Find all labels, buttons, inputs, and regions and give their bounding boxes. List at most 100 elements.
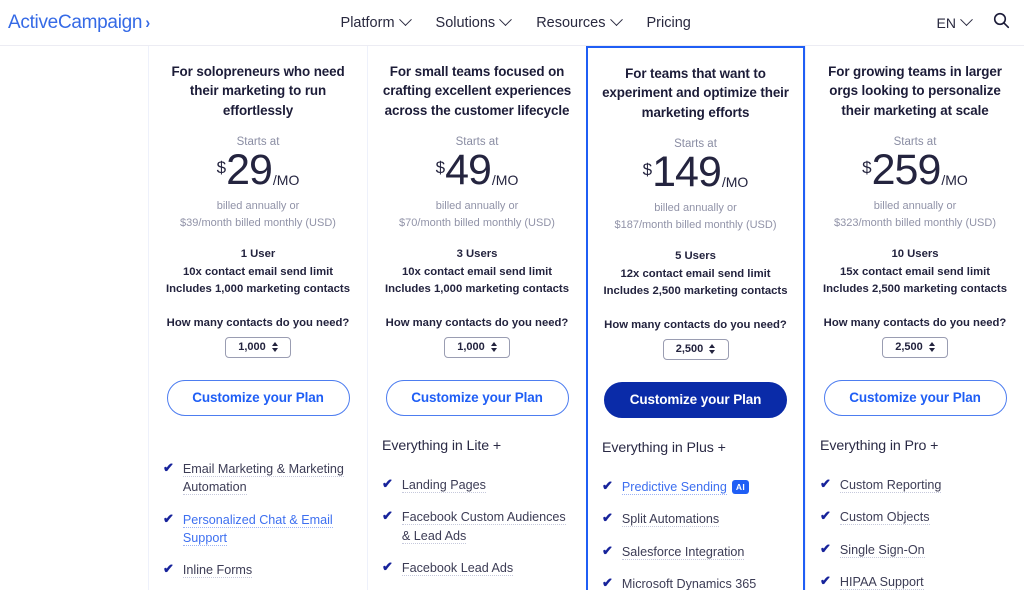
contacts-question: How many contacts do you need? [166, 316, 350, 329]
feature-label: Salesforce Integration [621, 544, 745, 560]
check-icon: ✔ [163, 510, 174, 526]
feature-item: ✔ Microsoft Dynamics 365 Integration [602, 575, 789, 590]
customize-plan-button[interactable]: Customize your Plan [604, 381, 787, 418]
pricing-grid: For solopreneurs who need their marketin… [0, 46, 1024, 590]
grid-left-gutter [0, 46, 148, 590]
language-label: EN [936, 14, 956, 31]
feature-item: ✔ Inline Forms [163, 561, 353, 579]
feature-label: Custom Reporting [839, 477, 942, 493]
billing-note-line2: $70/month billed monthly (USD) [399, 217, 555, 230]
spec-contacts-included: Includes 1,000 marketing contacts [166, 283, 350, 296]
contacts-stepper-wrap: 2,500 [602, 338, 789, 360]
contacts-stepper[interactable]: 1,000 [225, 336, 291, 358]
nav-item-pricing[interactable]: Pricing [647, 15, 691, 31]
contacts-stepper[interactable]: 2,500 [882, 336, 948, 358]
customize-plan-button[interactable]: Customize your Plan [166, 379, 350, 416]
feature-label: Inline Forms [182, 563, 253, 579]
price-period: /MO [272, 172, 300, 189]
features-spacer [163, 416, 353, 438]
feature-item[interactable]: ✔ Predictive Sending AI [602, 478, 789, 496]
contacts-stepper-wrap: 1,000 [382, 336, 572, 358]
billing-note-line1: billed annually or [654, 202, 737, 215]
price-amount: 149 [652, 148, 722, 197]
contacts-stepper[interactable]: 1,000 [444, 336, 510, 358]
currency-symbol: $ [435, 158, 446, 178]
feature-item: ✔ Salesforce Integration [602, 543, 789, 561]
features-list: ✔ Custom Reporting ✔ Custom Objects ✔ Single … [820, 476, 1010, 590]
stepper-arrows-icon[interactable] [709, 344, 716, 355]
billing-note: billed annually or $39/month billed month… [163, 198, 353, 232]
price-row: $149/MO [602, 151, 789, 194]
customize-plan-button[interactable]: Customize your Plan [823, 379, 1007, 416]
check-icon: ✔ [820, 508, 831, 524]
pricing-card-2: For teams that want to experiment and op… [586, 46, 805, 590]
check-icon: ✔ [820, 475, 831, 491]
contacts-stepper-value: 1,000 [457, 341, 485, 354]
search-icon[interactable] [993, 12, 1010, 34]
feature-label: Landing Pages [401, 477, 486, 493]
stepper-arrows-icon[interactable] [928, 342, 935, 353]
spec-send-limit: 10x contact email send limit [182, 265, 334, 278]
check-icon: ✔ [163, 561, 174, 577]
spec-users: 10 Users [891, 248, 939, 261]
nav-item-resources[interactable]: Resources [536, 13, 623, 31]
spec-send-limit: 12x contact email send limit [620, 267, 771, 280]
contacts-stepper[interactable]: 2,500 [662, 338, 729, 360]
price-period: /MO [491, 172, 519, 189]
language-selector[interactable]: EN [936, 13, 973, 31]
contacts-stepper-wrap: 2,500 [820, 336, 1010, 358]
contacts-question: How many contacts do you need? [604, 318, 787, 331]
feature-item: ✔ Custom Reporting [820, 476, 1010, 494]
chevron-down-icon [609, 13, 623, 27]
feature-label: Facebook Custom Audiences & Lead Ads [401, 510, 566, 544]
pricing-card-3: For growing teams in larger orgs looking… [805, 46, 1024, 590]
spec-contacts-included: Includes 1,000 marketing contacts [385, 283, 569, 296]
spec-send-limit: 15x contact email send limit [839, 265, 991, 278]
billing-note-line2: $39/month billed monthly (USD) [180, 217, 336, 230]
spec-users: 5 Users [675, 250, 716, 263]
features-list: ✔ Predictive Sending AI ✔ Split Automations ✔… [602, 478, 789, 590]
everything-in-label: Everything in Lite + [382, 437, 502, 454]
nav-label-solutions: Solutions [435, 14, 496, 31]
contacts-question: How many contacts do you need? [823, 316, 1007, 329]
feature-item: ✔ Email Marketing & Marketing Automation [163, 460, 353, 497]
feature-label: Microsoft Dynamics 365 Integration [621, 577, 757, 590]
features-list: ✔ Email Marketing & Marketing Automation ✔… [163, 460, 353, 580]
plan-specs: 5 Users 12x contact email send limit Inclu… [602, 248, 789, 301]
price-row: $49/MO [382, 149, 572, 192]
ai-badge: AI [731, 479, 750, 495]
activecampaign-logo[interactable]: ActiveCampaign › [8, 12, 151, 34]
check-icon: ✔ [820, 573, 831, 589]
price-row: $259/MO [820, 149, 1010, 192]
features-list: ✔ Landing Pages ✔ Facebook Custom Audiences… [382, 476, 572, 590]
price-row: $29/MO [163, 149, 353, 192]
stepper-arrows-icon[interactable] [271, 342, 278, 353]
currency-symbol: $ [216, 158, 227, 178]
plan-description: For small teams focused on crafting exce… [382, 64, 572, 118]
price-amount: 49 [445, 146, 492, 195]
plan-specs: 3 Users 10x contact email send limit Inclu… [382, 246, 572, 299]
nav-item-solutions[interactable]: Solutions [435, 13, 513, 31]
nav-item-platform[interactable]: Platform [340, 13, 412, 31]
pricing-cards-container: For solopreneurs who need their marketin… [148, 46, 1024, 590]
billing-note-line1: billed annually or [873, 200, 957, 213]
price-amount: 29 [226, 146, 273, 195]
logo-chevron-icon: › [145, 12, 151, 32]
spec-contacts-included: Includes 2,500 marketing contacts [823, 283, 1007, 296]
plan-description: For teams that want to experiment and op… [602, 66, 789, 120]
stepper-arrows-icon[interactable] [490, 342, 497, 353]
header-right-controls: EN [937, 12, 1010, 34]
logo-text: ActiveCampaign [8, 11, 143, 33]
feature-label: Personalized Chat & Email Support [182, 512, 333, 547]
customize-plan-button[interactable]: Customize your Plan [385, 379, 569, 416]
nav-label-platform: Platform [340, 14, 395, 31]
chevron-down-icon [499, 13, 513, 27]
feature-label: Split Automations [621, 512, 720, 528]
plan-specs: 10 Users 15x contact email send limit Incl… [820, 246, 1010, 299]
feature-item[interactable]: ✔ Personalized Chat & Email Support [163, 511, 353, 548]
feature-item: ✔ Landing Pages [382, 476, 572, 494]
spec-contacts-included: Includes 2,500 marketing contacts [603, 285, 788, 298]
check-icon: ✔ [163, 459, 174, 475]
check-icon: ✔ [602, 510, 613, 526]
feature-label: Predictive Sending [621, 479, 727, 495]
